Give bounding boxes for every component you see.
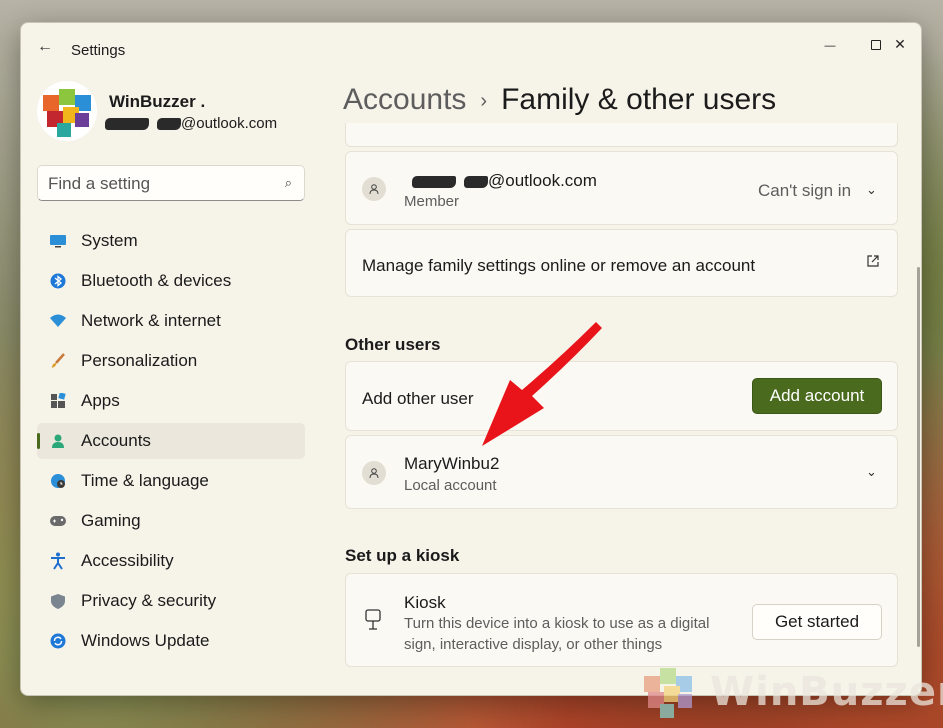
sidebar-item-network[interactable]: Network & internet: [37, 303, 305, 339]
add-other-user-row: Add other user Add account: [345, 361, 898, 431]
accessibility-icon: [49, 552, 67, 570]
external-link-icon: [866, 254, 880, 271]
search-box: ⌕: [37, 165, 305, 201]
minimize-icon: —: [824, 40, 836, 52]
breadcrumb-parent[interactable]: Accounts: [343, 83, 466, 116]
kiosk-title: Kiosk: [404, 593, 446, 612]
kiosk-heading: Set up a kiosk: [345, 546, 460, 565]
scrollbar[interactable]: [917, 267, 920, 647]
shield-icon: [49, 592, 67, 610]
user-account-type: Local account: [404, 477, 497, 494]
user-icon: [362, 461, 386, 485]
settings-window: ← Settings — ✕ WinBuzzer . @outlook.com …: [20, 22, 922, 696]
kiosk-card: Kiosk Turn this device into a kiosk to u…: [345, 573, 898, 667]
sidebar-item-system[interactable]: System: [37, 223, 305, 259]
sidebar-item-time-language[interactable]: Time & language: [37, 463, 305, 499]
close-button[interactable]: ✕: [878, 29, 921, 59]
brush-icon: [49, 352, 67, 370]
chevron-right-icon: ›: [480, 89, 488, 112]
winbuzzer-watermark-icon: [644, 668, 692, 718]
manage-family-link[interactable]: Manage family settings online or remove …: [345, 229, 898, 297]
sidebar-item-label: Apps: [81, 391, 120, 410]
redacted-mark: [412, 175, 456, 188]
chevron-down-icon[interactable]: ⌄: [866, 464, 877, 480]
breadcrumb: Accounts › Family & other users: [343, 83, 776, 117]
sidebar-item-label: Bluetooth & devices: [81, 271, 232, 290]
app-title: Settings: [71, 42, 126, 59]
search-input[interactable]: [48, 173, 268, 195]
redacted-mark: [105, 118, 149, 131]
apps-icon: [49, 392, 67, 410]
get-started-button[interactable]: Get started: [752, 604, 882, 640]
redacted-mark: [157, 118, 181, 131]
sidebar-item-gaming[interactable]: Gaming: [37, 503, 305, 539]
sidebar-item-label: Time & language: [81, 471, 209, 490]
update-icon: [49, 632, 67, 650]
sidebar-item-bluetooth[interactable]: Bluetooth & devices: [37, 263, 305, 299]
back-button[interactable]: ←: [31, 35, 59, 59]
close-icon: ✕: [894, 36, 906, 52]
monitor-icon: [49, 232, 67, 250]
add-account-button[interactable]: Add account: [752, 378, 882, 414]
sidebar-item-apps[interactable]: Apps: [37, 383, 305, 419]
wifi-icon: [49, 312, 67, 330]
user-row-marywinbu2[interactable]: MaryWinbu2 Local account ⌄: [345, 435, 898, 509]
sidebar-item-accessibility[interactable]: Accessibility: [37, 543, 305, 579]
add-other-user-label: Add other user: [362, 389, 474, 408]
bluetooth-icon: [49, 272, 67, 290]
globe-clock-icon: [49, 472, 67, 490]
avatar[interactable]: [37, 81, 97, 141]
sidebar-item-label: Windows Update: [81, 631, 210, 650]
redacted-mark: [464, 175, 488, 188]
search-icon[interactable]: ⌕: [285, 175, 292, 191]
gamepad-icon: [49, 512, 67, 530]
user-icon: [362, 177, 386, 201]
kiosk-description-line-1: Turn this device into a kiosk to use as …: [404, 615, 710, 632]
sidebar-item-label: Accessibility: [81, 551, 174, 570]
sidebar-item-label: System: [81, 231, 138, 250]
family-member-card[interactable]: @outlook.com Member Can't sign in ⌄: [345, 151, 898, 225]
person-icon: [49, 432, 67, 450]
profile-email: @outlook.com: [105, 115, 277, 132]
watermark-text: WinBuzzer: [710, 669, 943, 715]
user-name: MaryWinbu2: [404, 454, 500, 473]
back-arrow-icon: ←: [37, 38, 53, 55]
member-status: Can't sign in: [758, 181, 852, 200]
sidebar-item-privacy-security[interactable]: Privacy & security: [37, 583, 305, 619]
minimize-button[interactable]: —: [807, 29, 853, 59]
member-role: Member: [404, 193, 460, 210]
winbuzzer-logo-icon: [43, 89, 91, 137]
profile-name: WinBuzzer .: [109, 92, 206, 111]
chevron-down-icon[interactable]: ⌄: [866, 182, 877, 198]
sidebar-item-label: Personalization: [81, 351, 198, 370]
page-title: Family & other users: [501, 83, 777, 116]
title-bar: ← Settings — ✕: [21, 23, 921, 71]
kiosk-description-line-2: sign, interactive display, or other thin…: [404, 636, 663, 653]
other-users-heading: Other users: [345, 335, 441, 354]
sidebar-item-label: Privacy & security: [81, 591, 217, 610]
sidebar-nav: System Bluetooth & devices Network & int…: [37, 223, 305, 663]
sidebar-item-windows-update[interactable]: Windows Update: [37, 623, 305, 659]
sidebar-item-label: Gaming: [81, 511, 141, 530]
manage-family-label: Manage family settings online or remove …: [362, 256, 756, 275]
sidebar-item-label: Accounts: [81, 431, 151, 450]
member-email: @outlook.com: [412, 171, 597, 191]
kiosk-icon: [364, 609, 382, 634]
sidebar-item-accounts[interactable]: Accounts: [37, 423, 305, 459]
watermark: WinBuzzer: [640, 662, 943, 722]
sidebar-item-label: Network & internet: [81, 311, 221, 330]
card-clipped: [345, 123, 898, 147]
sidebar-item-personalization[interactable]: Personalization: [37, 343, 305, 379]
